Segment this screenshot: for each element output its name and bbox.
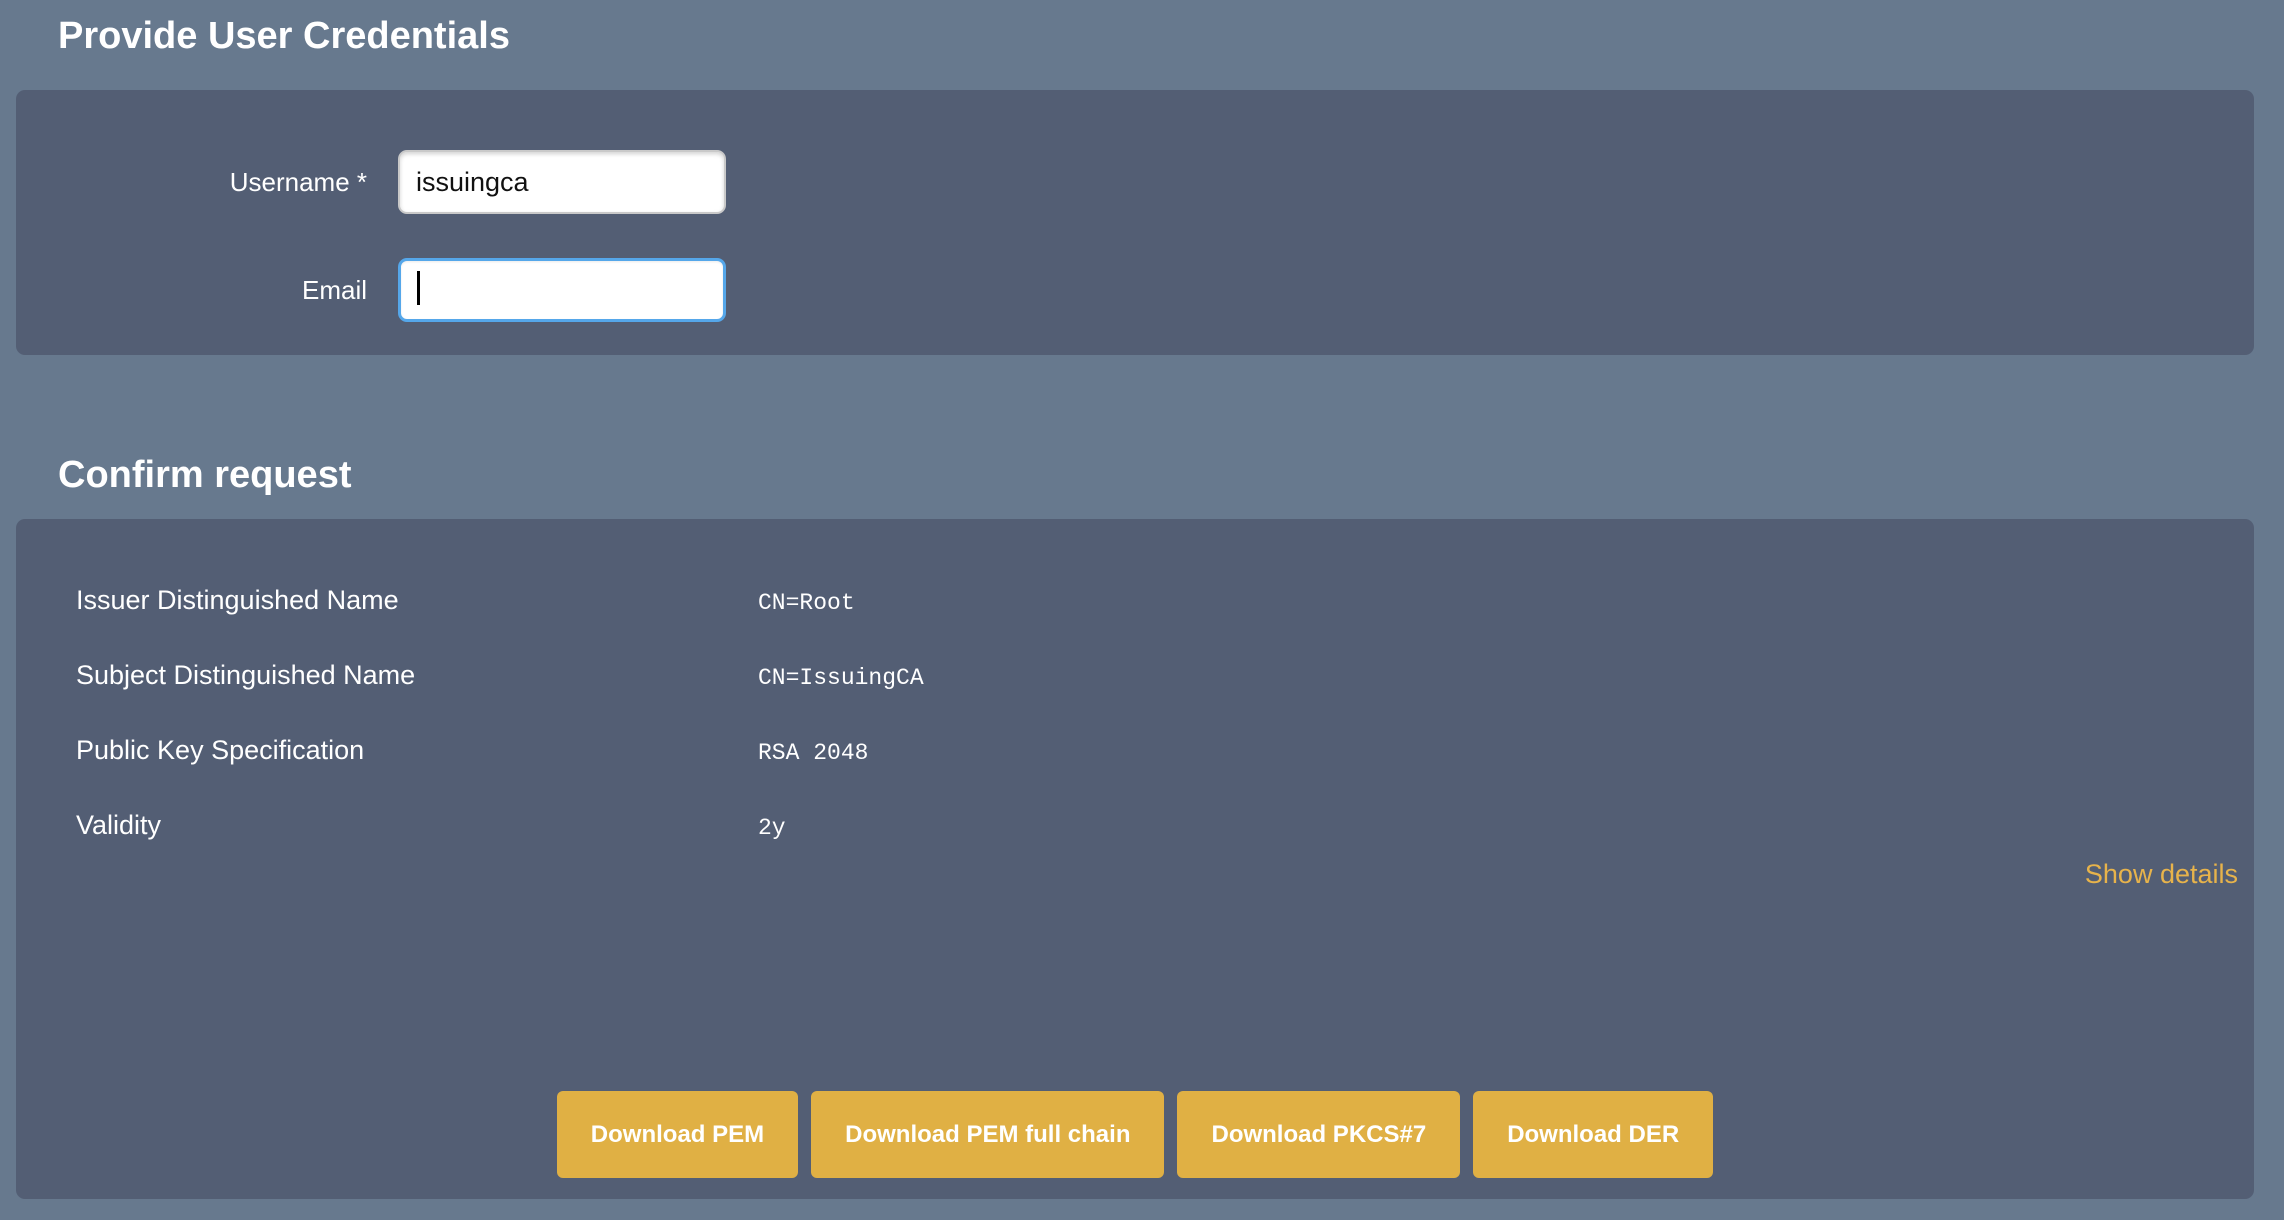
detail-row-public-key-spec: Public Key Specification RSA 2048 (16, 735, 2254, 769)
download-pem-full-chain-button[interactable]: Download PEM full chain (811, 1091, 1164, 1178)
subject-dn-label: Subject Distinguished Name (76, 660, 758, 691)
confirm-panel: Issuer Distinguished Name CN=Root Subjec… (16, 519, 2254, 1199)
download-pkcs7-button[interactable]: Download PKCS#7 (1177, 1091, 1460, 1178)
confirm-section-title: Confirm request (58, 453, 2284, 497)
download-pem-button[interactable]: Download PEM (557, 1091, 798, 1178)
username-input-wrap (398, 150, 726, 214)
subject-dn-value: CN=IssuingCA (758, 663, 924, 694)
detail-row-subject-dn: Subject Distinguished Name CN=IssuingCA (16, 660, 2254, 694)
show-details-link[interactable]: Show details (2085, 859, 2238, 890)
text-caret (417, 271, 420, 305)
validity-label: Validity (76, 810, 758, 841)
download-der-button[interactable]: Download DER (1473, 1091, 1713, 1178)
credentials-section-title: Provide User Credentials (58, 0, 2284, 58)
username-label: Username * (16, 167, 367, 198)
download-buttons-row: Download PEM Download PEM full chain Dow… (16, 1091, 2254, 1178)
email-label: Email (16, 275, 367, 306)
public-key-spec-label: Public Key Specification (76, 735, 758, 766)
validity-value: 2y (758, 813, 786, 844)
email-input-wrap (398, 258, 726, 322)
email-input[interactable] (398, 258, 726, 322)
issuer-dn-value: CN=Root (758, 588, 855, 619)
public-key-spec-value: RSA 2048 (758, 738, 868, 769)
username-input[interactable] (398, 150, 726, 214)
username-field-row: Username * (16, 150, 2254, 214)
issuer-dn-label: Issuer Distinguished Name (76, 585, 758, 616)
detail-row-issuer-dn: Issuer Distinguished Name CN=Root (16, 585, 2254, 619)
email-field-row: Email (16, 258, 2254, 322)
credentials-panel: Username * Email (16, 90, 2254, 355)
detail-row-validity: Validity 2y (16, 810, 2254, 844)
